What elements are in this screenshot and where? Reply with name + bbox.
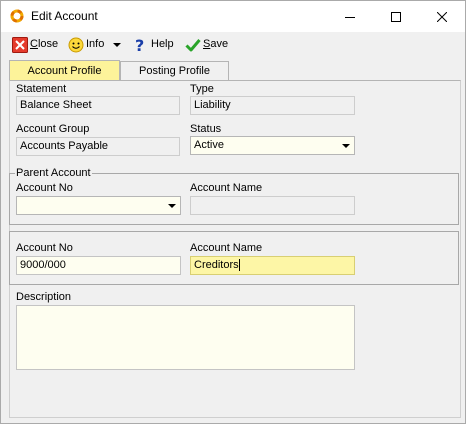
help-label: Help [151, 38, 174, 50]
help-button[interactable]: ? Help [133, 35, 174, 55]
close-x-icon [12, 36, 28, 53]
text-caret [238, 259, 240, 272]
account-no-input[interactable]: 9000/000 [16, 256, 181, 275]
maximize-button[interactable] [373, 1, 419, 32]
parent-account-no-dropdown[interactable] [16, 196, 181, 215]
account-group-field: Accounts Payable [16, 137, 180, 156]
title-bar[interactable]: Edit Account [1, 1, 465, 32]
parent-account-no-label: Account No [16, 182, 73, 194]
close-label: Close [30, 38, 59, 50]
status-label: Status [190, 123, 222, 135]
smiley-info-icon [68, 37, 84, 53]
chevron-down-icon [168, 204, 176, 208]
svg-text:?: ? [135, 37, 144, 53]
tab-account-profile[interactable]: Account Profile [9, 60, 120, 81]
info-dropdown-icon[interactable] [113, 42, 122, 47]
statement-field: Balance Sheet [16, 96, 180, 115]
parent-account-name-label: Account Name [190, 182, 263, 194]
chevron-down-icon [342, 144, 350, 148]
save-button[interactable]: Save [185, 35, 228, 54]
parent-account-legend: Parent Account [15, 167, 92, 180]
description-label: Description [16, 291, 72, 303]
type-field: Liability [190, 96, 355, 115]
app-icon [10, 9, 24, 23]
account-name-input[interactable]: Creditors [190, 256, 355, 275]
help-question-icon: ? [133, 36, 149, 55]
save-label: Save [203, 38, 229, 50]
minimize-button[interactable] [327, 1, 373, 32]
account-group-label: Account Group [16, 123, 90, 135]
status-dropdown[interactable]: Active [190, 136, 355, 155]
account-name-label: Account Name [190, 242, 263, 254]
checkmark-save-icon [185, 37, 201, 53]
info-label: Info [86, 38, 105, 50]
edit-account-window: Edit Account Close Info ? Help Save Acco… [0, 0, 466, 424]
account-name-value: Creditors [194, 259, 239, 271]
description-textarea[interactable] [16, 305, 355, 370]
info-button[interactable]: Info [68, 35, 122, 54]
statement-label: Statement [16, 83, 67, 95]
type-label: Type [190, 83, 214, 95]
toolbar: Close Info ? Help Save [1, 32, 465, 57]
parent-account-name-field [190, 196, 355, 215]
close-icon [437, 11, 447, 22]
maximize-icon [391, 11, 401, 22]
account-no-label: Account No [16, 242, 73, 254]
status-value: Active [194, 139, 224, 151]
minimize-icon [345, 16, 355, 18]
tab-posting-profile[interactable]: Posting Profile [120, 61, 229, 80]
close-button[interactable]: Close [12, 35, 58, 54]
window-close-button[interactable] [419, 1, 465, 32]
window-title: Edit Account [31, 9, 98, 23]
